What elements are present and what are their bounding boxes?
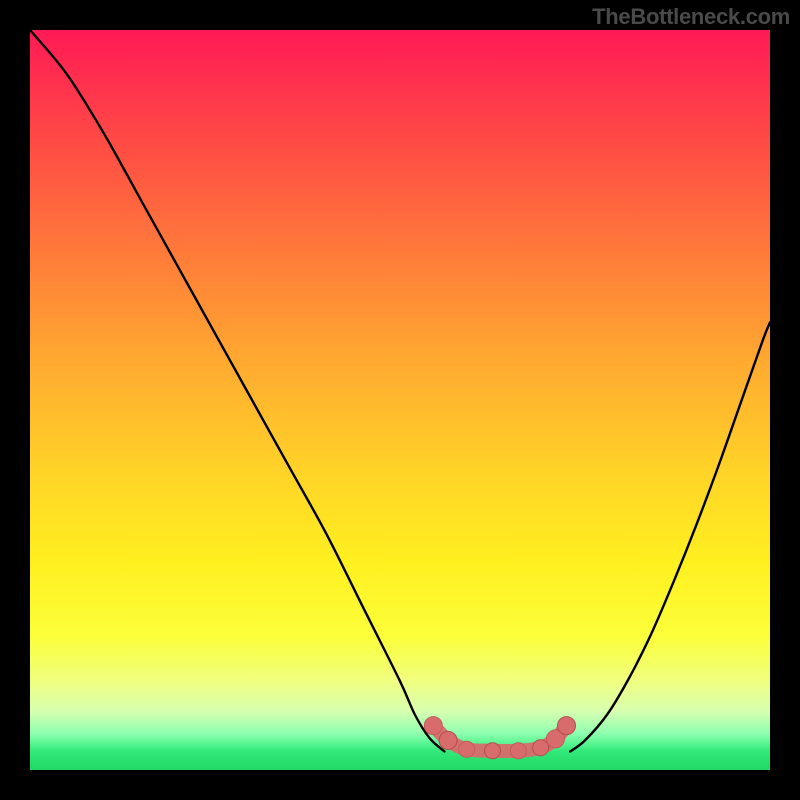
valley-marker — [439, 731, 457, 749]
valley-marker — [459, 741, 475, 757]
valley-marker — [533, 740, 549, 756]
bottleneck-chart — [0, 0, 800, 800]
valley-marker — [485, 743, 501, 759]
watermark-label: TheBottleneck.com — [592, 4, 790, 30]
plot-background — [30, 30, 770, 770]
valley-marker — [510, 743, 526, 759]
valley-marker — [424, 717, 442, 735]
chart-stage: TheBottleneck.com — [0, 0, 800, 800]
valley-marker — [558, 717, 576, 735]
